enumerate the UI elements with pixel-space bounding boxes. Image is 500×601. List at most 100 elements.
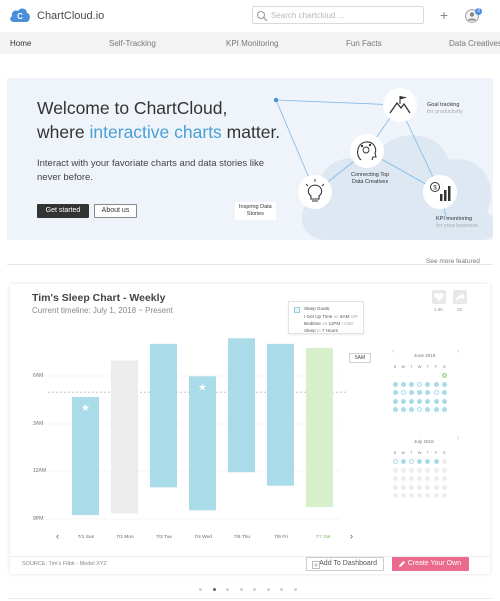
nav-fun-facts[interactable]: Fun Facts xyxy=(346,39,382,48)
calendar-day[interactable] xyxy=(392,467,398,473)
calendar-day[interactable] xyxy=(400,459,406,464)
hero-title-pre: where xyxy=(37,122,90,142)
calendar-day[interactable] xyxy=(417,459,423,464)
calendar-day[interactable] xyxy=(441,373,447,378)
calendar-day[interactable] xyxy=(441,390,447,395)
calendar-day[interactable] xyxy=(425,407,431,412)
calendar-day[interactable] xyxy=(408,398,414,404)
calendar-weekday: S xyxy=(442,364,446,369)
calendar-day[interactable] xyxy=(408,407,414,412)
calendar-day[interactable] xyxy=(408,381,414,387)
calendar-day[interactable] xyxy=(392,484,398,490)
calendar-day[interactable] xyxy=(392,390,398,395)
calendar-day[interactable] xyxy=(433,467,439,473)
calendar-day[interactable] xyxy=(400,381,406,387)
calendar-day[interactable] xyxy=(441,459,447,464)
about-us-button[interactable]: About us xyxy=(94,204,137,218)
pencil-icon xyxy=(399,561,405,567)
pager-dot[interactable] xyxy=(266,588,270,591)
calendar-day[interactable] xyxy=(392,407,398,412)
top-header: C ChartCloud.io + 3 xyxy=(0,0,500,32)
calendar-day[interactable] xyxy=(441,407,447,412)
pager-dot[interactable] xyxy=(253,588,256,591)
calendar-day[interactable] xyxy=(417,381,423,387)
calendar-day[interactable] xyxy=(441,467,447,473)
calendar-day[interactable] xyxy=(441,476,447,481)
calendar-day[interactable] xyxy=(392,476,398,481)
cloud-logo-icon[interactable]: C xyxy=(9,6,31,24)
nav-data-creatives[interactable]: Data Creatives xyxy=(449,39,500,48)
calendar-day[interactable] xyxy=(392,398,398,404)
calendar-day[interactable] xyxy=(417,398,423,404)
calendar-day[interactable] xyxy=(408,459,414,464)
calendar-day[interactable] xyxy=(433,398,439,404)
calendar-day[interactable] xyxy=(425,467,431,473)
calendar-day[interactable] xyxy=(408,484,414,490)
calendar-day[interactable] xyxy=(433,390,439,395)
calendar-day[interactable] xyxy=(417,493,423,498)
get-started-button[interactable]: Get started xyxy=(37,204,89,218)
calendar-day[interactable] xyxy=(433,476,439,481)
add-icon[interactable]: + xyxy=(437,8,451,22)
calendar-day[interactable] xyxy=(400,407,406,412)
calendar-day[interactable] xyxy=(400,398,406,404)
calendar-day[interactable] xyxy=(417,467,423,473)
calendar-day[interactable] xyxy=(408,493,414,498)
add-to-dashboard-button[interactable]: Add To Dashboard xyxy=(306,557,384,571)
calendar-weekday: F xyxy=(434,364,438,369)
calendar-day[interactable] xyxy=(417,484,423,490)
calendar-day[interactable] xyxy=(441,493,447,498)
calendar-day[interactable] xyxy=(425,493,431,498)
brand-name[interactable]: ChartCloud.io xyxy=(37,10,104,22)
calendar-day[interactable] xyxy=(400,390,406,395)
calendar-day[interactable] xyxy=(392,381,398,387)
calendar-day[interactable] xyxy=(433,407,439,412)
calendar-day[interactable] xyxy=(433,484,439,490)
calendar-day[interactable] xyxy=(425,381,431,387)
search-box[interactable] xyxy=(252,6,424,24)
calendar-day[interactable] xyxy=(425,459,431,464)
goal-tracking-sub: for productivity xyxy=(427,109,463,115)
calendar-day[interactable] xyxy=(408,476,414,481)
calendar-day[interactable] xyxy=(425,390,431,395)
chart-card: Tim's Sleep Chart - Weekly Current timel… xyxy=(10,284,490,574)
calendar-day[interactable] xyxy=(400,493,406,498)
calendar-day[interactable] xyxy=(417,476,423,481)
search-input[interactable] xyxy=(271,9,421,21)
calendar-day[interactable] xyxy=(425,484,431,490)
pager-dot[interactable] xyxy=(212,588,216,591)
calendar-day[interactable] xyxy=(433,381,439,387)
calendar-day[interactable] xyxy=(400,484,406,490)
calendar-day[interactable] xyxy=(441,484,447,490)
calendar-weekday: W xyxy=(417,364,422,369)
calendar-day[interactable] xyxy=(441,381,447,387)
calendar-day[interactable] xyxy=(441,398,447,404)
create-your-own-button[interactable]: Create Your Own xyxy=(392,557,469,571)
carousel-pager xyxy=(0,588,500,594)
calendar-day[interactable] xyxy=(408,390,414,395)
calendar-weekday: S xyxy=(393,364,397,369)
calendar-day[interactable] xyxy=(425,476,431,481)
calendar-day[interactable] xyxy=(392,459,398,464)
hero-banner: Welcome to ChartCloud, where interactive… xyxy=(7,78,493,240)
pager-dot[interactable] xyxy=(199,588,202,591)
goal-tracking-label: Goal tracking for productivity xyxy=(427,102,463,116)
calendar-day[interactable] xyxy=(408,467,414,473)
nav-home[interactable]: Home xyxy=(10,39,31,48)
calendar-day[interactable] xyxy=(425,398,431,404)
calendar-day[interactable] xyxy=(417,407,423,412)
calendar-day[interactable] xyxy=(400,476,406,481)
pager-dot[interactable] xyxy=(293,588,297,591)
calendar-day[interactable] xyxy=(392,493,398,498)
pager-dot[interactable] xyxy=(226,588,229,591)
pager-dot[interactable] xyxy=(280,588,283,591)
bottom-divider xyxy=(8,598,492,599)
calendar-weekday: M xyxy=(401,364,405,369)
calendar-day[interactable] xyxy=(417,390,423,395)
nav-kpi-monitoring[interactable]: KPI Monitoring xyxy=(226,39,278,48)
calendar-day[interactable] xyxy=(433,493,439,498)
pager-dot[interactable] xyxy=(239,588,243,591)
calendar-day[interactable] xyxy=(433,459,439,464)
calendar-day[interactable] xyxy=(400,467,406,473)
nav-self-tracking[interactable]: Self-Tracking xyxy=(109,39,156,48)
